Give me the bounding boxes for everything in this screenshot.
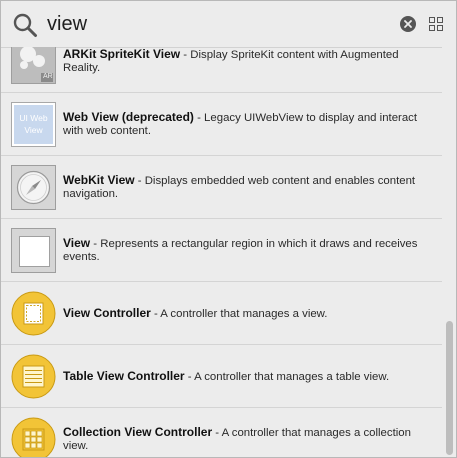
item-description: Collection View Controller - A controlle… <box>63 408 435 457</box>
item-title: Web View (deprecated) <box>63 110 194 124</box>
search-bar <box>1 1 456 48</box>
item-title: ARKit SpriteKit View <box>63 47 181 61</box>
view-thumbnail <box>11 228 56 273</box>
view-controller-icon <box>11 291 56 336</box>
web-view-thumbnail: UI Web View <box>11 102 56 147</box>
object-library-panel: AR ARKit SpriteKit View - Display Sprite… <box>0 0 457 458</box>
object-list[interactable]: AR ARKit SpriteKit View - Display Sprite… <box>1 47 442 457</box>
list-item[interactable]: AR ARKit SpriteKit View - Display Sprite… <box>1 47 442 93</box>
item-title: Table View Controller <box>63 368 185 383</box>
search-icon <box>13 13 37 37</box>
item-description: View Controller - A controller that mana… <box>63 282 435 345</box>
web-view-thumb-label: UI Web View <box>19 113 48 135</box>
clear-search-button[interactable] <box>400 16 416 32</box>
item-description: ARKit SpriteKit View - Display SpriteKit… <box>63 47 435 93</box>
item-title: WebKit View <box>63 173 135 187</box>
table-view-controller-icon <box>11 354 56 399</box>
item-description: Table View Controller - A controller tha… <box>63 345 435 408</box>
webkit-view-thumbnail <box>11 165 56 210</box>
item-description: View - Represents a rectangular region i… <box>63 219 435 282</box>
item-title: View Controller <box>63 305 151 320</box>
item-text: - A controller that manages a table view… <box>184 370 390 383</box>
clear-icon <box>404 20 412 28</box>
item-text: - A controller that manages a view. <box>150 307 328 320</box>
list-item[interactable]: UI Web View Web View (deprecated) - Lega… <box>1 93 442 156</box>
item-description: Web View (deprecated) - Legacy UIWebView… <box>63 93 435 156</box>
collection-view-controller-icon <box>11 417 56 457</box>
item-description: WebKit View - Displays embedded web cont… <box>63 156 435 219</box>
item-title: Collection View Controller <box>63 425 213 439</box>
grid-view-icon[interactable] <box>429 17 443 31</box>
search-input[interactable] <box>47 9 377 39</box>
arkit-spritekit-thumbnail: AR <box>11 47 56 84</box>
item-text: - Represents a rectangular region in whi… <box>63 238 418 263</box>
compass-icon <box>16 170 51 205</box>
ar-badge-label: AR <box>43 73 53 80</box>
list-item[interactable]: View Controller - A controller that mana… <box>1 282 442 345</box>
item-title: View <box>63 236 91 250</box>
view-square-icon <box>19 236 50 267</box>
list-item[interactable]: Collection View Controller - A controlle… <box>1 408 442 457</box>
scrollbar-thumb[interactable] <box>446 321 453 455</box>
list-item[interactable]: Table View Controller - A controller tha… <box>1 345 442 408</box>
list-item[interactable]: WebKit View - Displays embedded web cont… <box>1 156 442 219</box>
list-item[interactable]: View - Represents a rectangular region i… <box>1 219 442 282</box>
